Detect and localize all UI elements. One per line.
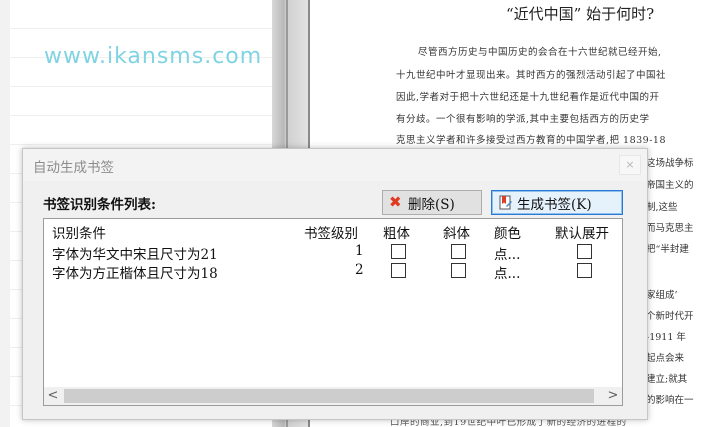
doc-text-fragment: 起点会来: [646, 353, 685, 364]
doc-text-line: 有分歧。一个很有影响的学派,其中主要包括西方的历史学: [396, 114, 650, 125]
bookmark-icon: [498, 195, 513, 210]
watermark: www.ikansms.com: [44, 44, 263, 69]
bold-checkbox[interactable]: [391, 244, 406, 259]
doc-text-fragment: 建立;就其: [646, 374, 688, 385]
delete-button-label: 删除(S): [408, 196, 455, 213]
doc-text-fragment: 的影响在一: [646, 395, 694, 406]
condition-list-label: 书签识别条件列表:: [43, 197, 156, 213]
color-picker-cell[interactable]: 点...: [494, 262, 520, 282]
doc-text-fragment: 把“半封建: [646, 244, 689, 255]
dialog-title: 自动生成书签: [33, 160, 114, 176]
expand-checkbox[interactable]: [577, 244, 592, 259]
condition-cell: 字体为方正楷体且尺寸为18: [52, 266, 218, 282]
scroll-left-arrow-icon[interactable]: <: [44, 387, 62, 405]
italic-checkbox[interactable]: [451, 244, 466, 259]
close-icon: ×: [625, 158, 635, 171]
doc-text-line: 尽管西方历史与中国历史的会合在十六世纪就已经开始,: [418, 47, 662, 58]
table-header-row: 识别条件 书签级别 粗体 斜体 颜色 默认展开: [44, 219, 622, 242]
column-header-expand[interactable]: 默认展开: [555, 222, 609, 242]
level-cell: 2: [355, 262, 364, 278]
doc-text-line: 因此,学者对于把十六世纪还是十九世纪看作是近代中国的开: [396, 92, 660, 103]
level-cell: 1: [355, 243, 364, 259]
doc-text-fragment: 制,这些: [646, 202, 678, 213]
table-row[interactable]: 字体为华文中宋且尺寸为21 1 点...: [44, 243, 622, 263]
doc-text-line: 克思主义学者和许多接受过西方教育的中国学者,把 1839-18: [396, 135, 667, 146]
column-header-bold[interactable]: 粗体: [383, 222, 410, 242]
doc-text-fragment: 个新时代开: [646, 311, 694, 322]
doc-text-line: 十九世纪中叶才显现出来。其时西方的强烈活动引起了中国社: [396, 70, 667, 81]
auto-bookmark-dialog: 自动生成书签 × 书签识别条件列表: ✖ 删除(S) 生成书签(K) 识别条件 …: [22, 148, 648, 420]
scroll-right-arrow-icon[interactable]: >: [604, 387, 622, 405]
condition-cell: 字体为华文中宋且尺寸为21: [52, 247, 218, 263]
scrollbar-thumb[interactable]: [64, 389, 594, 403]
doc-text-fragment: 而马克思主: [646, 223, 694, 234]
close-button[interactable]: ×: [619, 155, 641, 175]
delete-button[interactable]: ✖ 删除(S): [382, 190, 482, 215]
color-picker-cell[interactable]: 点...: [494, 243, 520, 263]
expand-checkbox[interactable]: [577, 263, 592, 278]
doc-text-fragment: 家组成’: [646, 290, 678, 301]
page-edge: [0, 0, 10, 427]
dialog-titlebar[interactable]: 自动生成书签 ×: [23, 149, 647, 181]
condition-table: 识别条件 书签级别 粗体 斜体 颜色 默认展开 字体为华文中宋且尺寸为21 1 …: [43, 218, 623, 406]
generate-button-label: 生成书签(K): [517, 196, 592, 213]
column-header-level[interactable]: 书签级别: [304, 222, 358, 242]
doc-text-fragment: 帝国主义的: [646, 180, 694, 191]
bold-checkbox[interactable]: [391, 263, 406, 278]
italic-checkbox[interactable]: [451, 263, 466, 278]
doc-text-fragment: 这场战争标: [646, 158, 694, 169]
table-row[interactable]: 字体为方正楷体且尺寸为18 2 点...: [44, 262, 622, 282]
horizontal-scrollbar[interactable]: < >: [44, 387, 622, 405]
doc-heading: “近代中国” 始于何时?: [506, 5, 655, 23]
column-header-condition[interactable]: 识别条件: [52, 222, 106, 242]
generate-bookmarks-button[interactable]: 生成书签(K): [491, 190, 623, 215]
delete-icon: ✖: [389, 193, 402, 211]
doc-text-fragment: -1911 年: [646, 332, 686, 343]
column-header-italic[interactable]: 斜体: [443, 222, 470, 242]
column-header-color[interactable]: 颜色: [494, 222, 521, 242]
